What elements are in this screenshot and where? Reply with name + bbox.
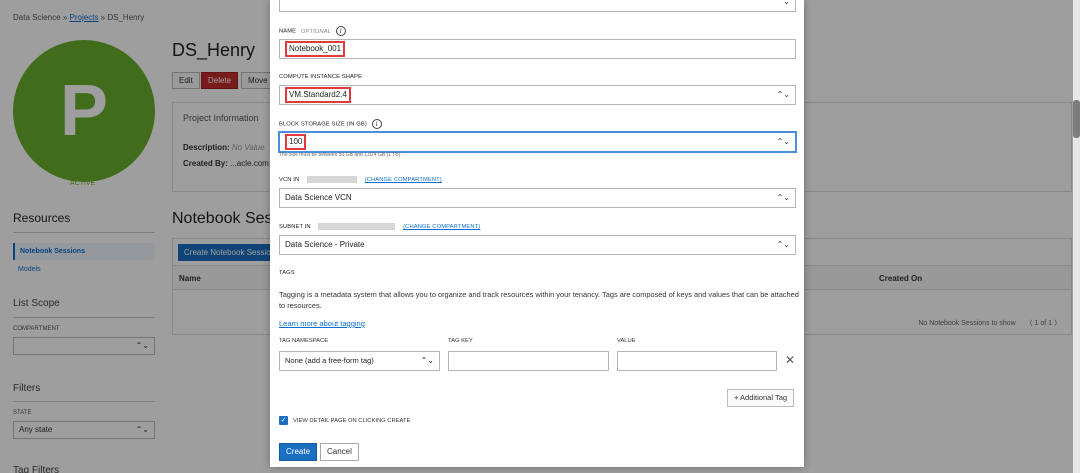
view-detail-checkbox-row[interactable]: ✓ VIEW DETAIL PAGE ON CLICKING CREATE [279,416,410,425]
spinner-icon[interactable]: ⌃⌄ [777,133,790,151]
storage-input-value: 100 [285,134,307,150]
name-input[interactable]: Notebook_001 [279,39,796,59]
subnet-select[interactable]: Data Science - Private ⌃⌄ [279,235,796,255]
tags-description: Tagging is a metadata system that allows… [279,290,799,310]
tag-namespace-label: TAG NAMESPACE [279,338,329,344]
scrollbar-thumb[interactable] [1073,100,1080,138]
tag-key-input[interactable] [448,351,609,371]
change-compartment-link[interactable]: (CHANGE COMPARTMENT) [365,177,442,183]
name-label-text: NAME [279,28,297,35]
vcn-select-value: Data Science VCN [285,193,352,202]
remove-tag-icon[interactable]: ✕ [785,353,795,367]
tag-value-input[interactable] [617,351,777,371]
info-icon[interactable]: i [335,26,346,36]
chevron-updown-icon: ⌃⌄ [420,356,434,365]
subnet-label: SUBNET IN (CHANGE COMPARTMENT) [279,223,480,230]
cancel-button[interactable]: Cancel [320,443,359,461]
subnet-label-text: SUBNET IN [279,224,311,231]
shape-label: COMPUTE INSTANCE SHAPE [279,74,362,80]
chevron-updown-icon: ⌄ [783,0,790,6]
vcn-label-text: VCN IN [279,177,300,184]
additional-tag-button[interactable]: + Additional Tag [727,389,795,407]
page-scrollbar[interactable] [1073,0,1080,473]
create-button[interactable]: Create [279,443,318,461]
chevron-updown-icon: ⌃⌄ [776,90,790,99]
compute-shape-select[interactable]: VM.Standard2.4 ⌃⌄ [279,85,796,105]
name-label: NAME OPTIONAL i [279,26,346,36]
change-compartment-link[interactable]: (CHANGE COMPARTMENT) [403,224,480,230]
redacted-compartment [306,176,357,183]
block-storage-input[interactable]: 100 ⌃⌄ [279,132,796,152]
chevron-updown-icon: ⌃⌄ [776,240,790,249]
storage-label-text: BLOCK STORAGE SIZE (IN GB) [279,121,367,128]
storage-label: BLOCK STORAGE SIZE (IN GB) i [279,119,382,129]
create-notebook-session-panel: ⌄ NAME OPTIONAL i Notebook_001 COMPUTE I… [270,0,804,467]
top-select-cut[interactable]: ⌄ [279,0,796,12]
tag-namespace-value: None (add a free-form tag) [285,356,374,365]
vcn-label: VCN IN (CHANGE COMPARTMENT) [279,176,442,183]
checkbox-checked-icon[interactable]: ✓ [279,416,288,425]
tags-label: TAGS [279,270,295,276]
info-icon[interactable]: i [371,119,382,129]
redacted-compartment [318,223,396,230]
chevron-updown-icon: ⌃⌄ [776,193,790,202]
learn-more-tagging-link[interactable]: Learn more about tagging [279,319,365,328]
tag-namespace-select[interactable]: None (add a free-form tag) ⌃⌄ [279,351,440,371]
storage-hint: The size must be between 50 GB and 1,024… [279,152,401,158]
name-input-value: Notebook_001 [285,41,346,57]
subnet-select-value: Data Science - Private [285,240,365,249]
shape-select-value: VM.Standard2.4 [285,87,351,103]
tag-key-label: TAG KEY [448,338,473,344]
tag-value-label: VALUE [617,338,636,344]
view-detail-label: VIEW DETAIL PAGE ON CLICKING CREATE [293,417,411,424]
vcn-select[interactable]: Data Science VCN ⌃⌄ [279,188,796,208]
optional-text: OPTIONAL [300,28,331,35]
